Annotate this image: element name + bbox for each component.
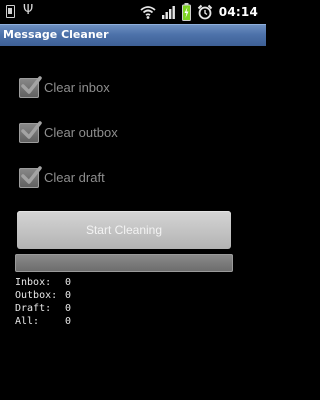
app-title: Message Cleaner <box>3 28 109 41</box>
alarm-icon <box>197 4 213 20</box>
clear-draft-checkbox[interactable] <box>19 166 42 188</box>
clear-draft-option[interactable]: Clear draft <box>19 165 105 191</box>
start-cleaning-label: Start Cleaning <box>85 223 163 237</box>
clear-draft-label: Clear draft <box>44 170 105 185</box>
clear-inbox-label: Clear inbox <box>44 80 110 95</box>
stat-outbox: Outbox: 0 <box>15 289 71 302</box>
stat-label: All: <box>15 316 40 327</box>
start-cleaning-button[interactable]: Start Cleaning <box>17 211 231 249</box>
clear-outbox-option[interactable]: Clear outbox <box>19 120 118 146</box>
checkmark-icon <box>21 76 42 94</box>
clear-inbox-option[interactable]: Clear inbox <box>19 75 110 101</box>
sim-icon <box>6 4 15 18</box>
stat-value: 0 <box>65 303 72 314</box>
app-screen: Ψ 04:14 Message Cleaner Clear inbox Clea… <box>0 0 266 400</box>
stat-all: All: 0 <box>15 315 71 328</box>
stats-panel: Inbox: 0 Outbox: 0 Draft: 0 All: 0 <box>15 276 71 328</box>
clear-outbox-label: Clear outbox <box>44 125 118 140</box>
battery-icon <box>181 3 191 21</box>
status-left-icons: Ψ <box>6 3 33 19</box>
stat-label: Draft: <box>15 303 52 314</box>
stat-value: 0 <box>65 316 72 327</box>
clear-outbox-checkbox[interactable] <box>19 121 42 143</box>
progress-bar <box>15 254 233 272</box>
stat-value: 0 <box>65 290 72 301</box>
stat-label: Inbox: <box>15 277 52 288</box>
usb-icon: Ψ <box>23 3 34 18</box>
signal-icon <box>161 4 176 20</box>
checkmark-icon <box>21 166 42 184</box>
status-bar: Ψ 04:14 <box>0 0 266 24</box>
stat-value: 0 <box>65 277 72 288</box>
status-time: 04:14 <box>218 5 258 19</box>
stat-inbox: Inbox: 0 <box>15 276 71 289</box>
clear-inbox-checkbox[interactable] <box>19 76 42 98</box>
stat-label: Outbox: <box>15 290 58 301</box>
title-bar: Message Cleaner <box>0 24 266 46</box>
checkmark-icon <box>21 121 42 139</box>
stat-draft: Draft: 0 <box>15 302 71 315</box>
wifi-icon <box>140 4 156 20</box>
status-right-icons: 04:14 <box>140 2 258 22</box>
